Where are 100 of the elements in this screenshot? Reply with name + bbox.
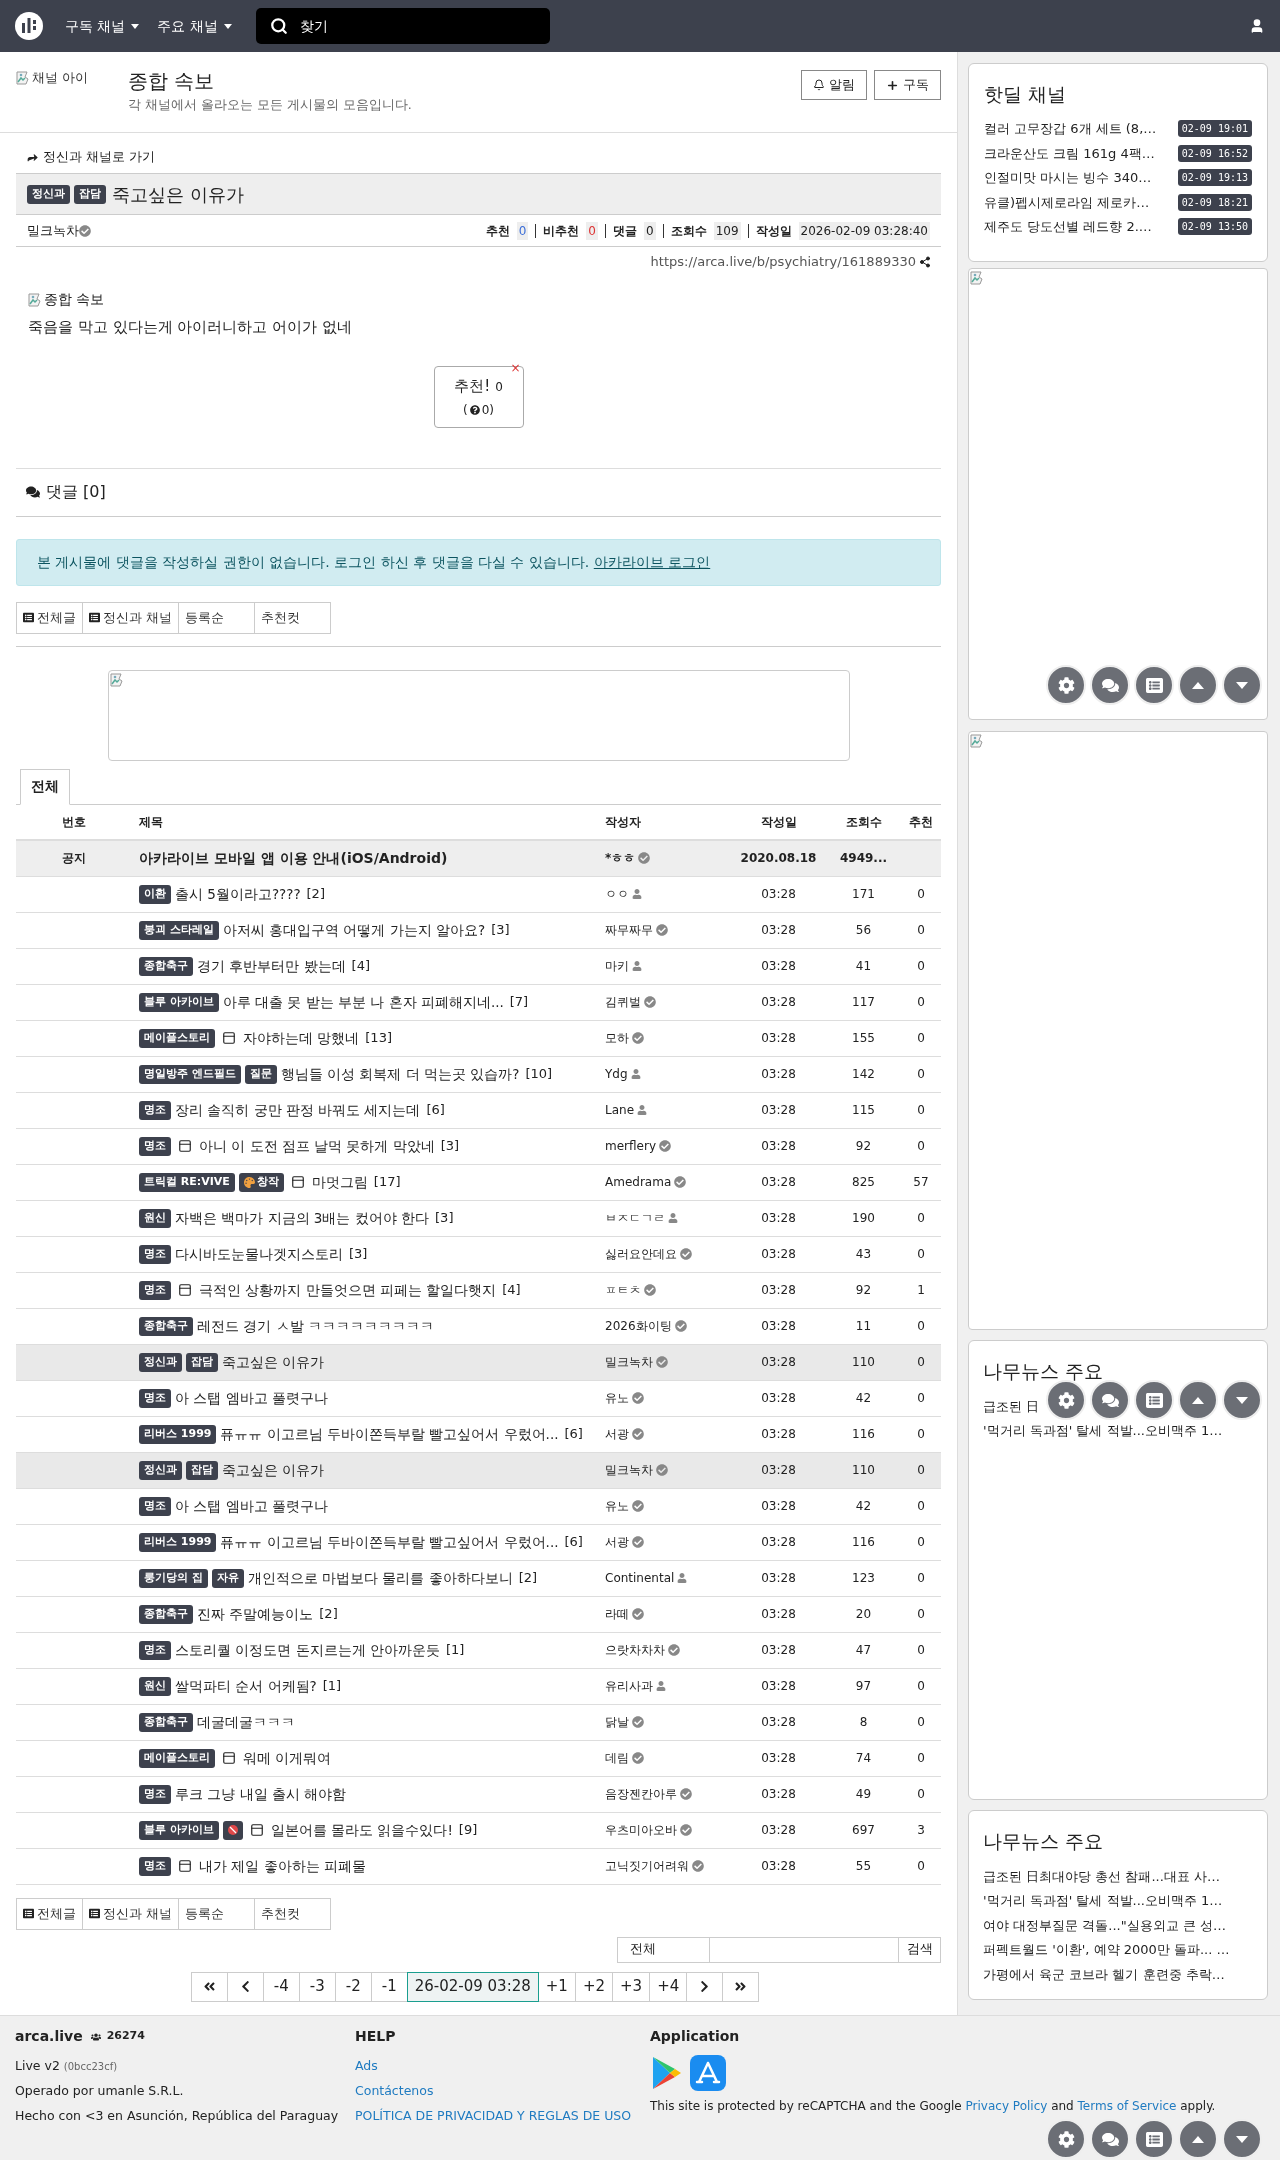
category-tag: 종합축구 [139, 956, 193, 976]
post-title[interactable]: 죽고싶은 이유가 [222, 1351, 325, 1373]
page-button[interactable]: -4 [262, 1971, 300, 2002]
nav-menu[interactable]: 주요 채널 [157, 15, 232, 37]
post-row[interactable]: 정신과 잡담 죽고싶은 이유가 밀크녹차 03:28 110 0 [16, 1452, 941, 1489]
share-icon[interactable] [919, 256, 931, 268]
view-count: 92 [854, 1282, 873, 1299]
post-row[interactable]: 공지 아카라이브 모바일 앱 이용 안내(iOS/Android) *ㅎㅎ 2020.08.18 4949... [16, 840, 941, 877]
page-button[interactable]: +4 [649, 1971, 688, 2002]
comment-count: [1] [322, 1677, 342, 1696]
channel-button[interactable]: 알림 [801, 70, 867, 100]
post-title[interactable]: 퓨ㅠㅠ 이고르님 두바이쫀득부랄 빨고싶어서 우렀어... [220, 1423, 559, 1445]
logo-icon[interactable] [15, 12, 43, 40]
news-item[interactable]: 급조된 日최대야당 총선 참패...대표 사… [983, 1868, 1220, 1885]
vote-count: 0 [916, 1318, 926, 1335]
post-title[interactable]: 아 스탭 엠바고 풀렷구나 [175, 1495, 328, 1517]
hotdeal-item[interactable]: 유클)펩시제로라임 제로카… [984, 192, 1150, 212]
news-item[interactable]: '먹거리 독과점' 탈세 적발...오비맥주 1… [983, 1893, 1223, 1909]
news-item[interactable]: 급조된 日 [983, 1398, 1040, 1415]
page-button[interactable]: +3 [612, 1971, 651, 2002]
news-title: 나무뉴스 주요 [983, 1829, 1105, 1854]
page-button[interactable]: 26-02-09 03:28 [406, 1971, 539, 2002]
channel-back-link[interactable]: 정신과 채널로 가기 [26, 147, 941, 167]
search-button[interactable]: 검색 [898, 1936, 941, 1963]
filter-button[interactable]: 전체글 [16, 601, 83, 634]
post-title[interactable]: 일본어를 몰라도 읽을수있다! [270, 1819, 453, 1841]
privacy-policy-link[interactable]: Privacy Policy [965, 2099, 1048, 2113]
post-title[interactable]: 아 스탭 엠바고 풀렷구나 [175, 1387, 328, 1409]
filter-button[interactable]: 추천컷 [254, 1897, 332, 1930]
board-search-field[interactable] [709, 1936, 899, 1963]
list-icon [1145, 1391, 1163, 1409]
page-button[interactable] [722, 1971, 760, 2002]
vote-count: 0 [916, 1246, 926, 1263]
post-title[interactable]: 쌀먹파티 순서 어케됨? [175, 1675, 317, 1697]
board-tab[interactable]: 전체 [20, 768, 70, 805]
post-title[interactable]: 아니 이 도전 점프 날먹 못하게 막았네 [199, 1135, 435, 1157]
app-store-icon[interactable] [690, 2055, 726, 2091]
news-item[interactable]: '먹거리 독과점' 탈세 적발...오비맥주 1… [983, 1423, 1223, 1439]
page-button[interactable] [190, 1971, 228, 2002]
permission-alert: 본 게시물에 댓글을 작성하실 권한이 없습니다. 로그인 하신 후 댓글을 다실 수 있습니다. 아카라이브 로그인 [16, 538, 941, 586]
page-button[interactable]: +2 [574, 1971, 614, 2002]
channel-button[interactable]: 구독 [874, 70, 941, 100]
filter-button[interactable]: 전체글 [16, 1897, 83, 1930]
page-button[interactable]: +1 [537, 1971, 576, 2002]
post-title[interactable]: 스토리퀄 이정도면 돈지르는게 안아까운듯 [175, 1639, 440, 1661]
post-title[interactable]: 죽고싶은 이유가 [222, 1459, 325, 1481]
post-title[interactable]: 행님들 이성 회복제 더 먹는곳 있습까? [280, 1063, 520, 1085]
view-count: 825 [851, 1174, 876, 1191]
post-author: 싫러요안데요 [605, 1246, 677, 1263]
post-title[interactable]: 루크 그냥 내일 출시 해야함 [175, 1783, 347, 1805]
help-link[interactable]: POLÍTICA DE PRIVACIDAD Y REGLAS DE USO [355, 2106, 650, 2126]
filter-button[interactable]: 정신과 채널 [82, 601, 180, 634]
post-title[interactable]: 마멋그림 [311, 1171, 368, 1193]
post-title[interactable]: 장리 솔직히 궁만 판정 바꿔도 세지는데 [175, 1099, 421, 1121]
page-button[interactable]: -1 [370, 1971, 408, 2002]
news-item[interactable]: 여야 대정부질문 격돌..."실용외교 큰 성… [983, 1917, 1226, 1934]
page-button[interactable] [686, 1971, 724, 2002]
post-title[interactable]: 아카라이브 모바일 앱 이용 안내(iOS/Android) [139, 847, 448, 869]
post-title[interactable]: 워메 이게뭐여 [243, 1747, 332, 1769]
search-scope-select[interactable]: 전체 [617, 1936, 710, 1963]
view-count: 115 [851, 1102, 876, 1119]
hotdeal-item[interactable]: 컬러 고무장갑 6개 세트 (8,… [984, 119, 1157, 139]
hotdeal-item[interactable]: 인절미맛 마시는 빙수 340… [984, 168, 1152, 188]
help-link[interactable]: Contáctenos [355, 2081, 650, 2101]
post-title[interactable]: 자야하는데 망했네 [243, 1027, 360, 1049]
filter-button[interactable]: 등록순 [178, 1897, 256, 1930]
nav-menu[interactable]: 구독 채널 [65, 15, 140, 37]
terms-link[interactable]: Terms of Service [1077, 2099, 1177, 2113]
post-title[interactable]: 개인적으로 마법보다 물리를 좋아하다보니 [247, 1567, 513, 1589]
post-date: 03:28 [760, 1102, 797, 1119]
news-item[interactable]: 퍼펙트월드 '이환', 예약 2000만 돌파... … [983, 1942, 1230, 1958]
post-title[interactable]: 아저씨 홍대입구역 어떻게 가는지 알아요? [222, 919, 486, 941]
post-title[interactable]: 극적인 상황까지 만들엇으면 피페는 할일다햇지 [199, 1279, 497, 1301]
hotdeal-item[interactable]: 제주도 당도선별 레드향 2.… [984, 217, 1152, 237]
help-link[interactable]: Ads [355, 2057, 650, 2076]
filter-button[interactable]: 등록순 [178, 601, 256, 634]
post-title[interactable]: 아루 대출 못 받는 부분 나 혼자 피폐해지네... [222, 991, 504, 1013]
hotdeal-item[interactable]: 크라운산도 크림 161g 4팩… [984, 143, 1155, 163]
post-title[interactable]: 내가 제일 좋아하는 피폐물 [199, 1855, 366, 1877]
post-title[interactable]: 레전드 경기 ㅅ발 ㅋㅋㅋㅋㅋㅋㅋㅋㅋ [197, 1315, 434, 1337]
page-button[interactable]: -3 [298, 1971, 336, 2002]
page-button[interactable]: -2 [334, 1971, 372, 2002]
news-item[interactable]: 가평에서 육군 코브라 헬기 훈련중 추락… [983, 1966, 1225, 1983]
upvote-button[interactable]: 추천! 0 ( 0) × [433, 365, 524, 428]
post-title[interactable]: 경기 후반부터만 봤는데 [197, 955, 346, 977]
post-title[interactable]: 출시 5월이라고???? [175, 883, 301, 905]
view-count: 116 [851, 1426, 876, 1443]
filter-button[interactable]: 정신과 채널 [82, 1897, 180, 1930]
search-field[interactable]: 찾기 [255, 8, 550, 44]
post-title[interactable]: 자백은 백마가 지금의 3배는 컸어야 한다 [175, 1207, 430, 1229]
login-link[interactable]: 아카라이브 로그인 [593, 553, 711, 570]
user-icon[interactable] [1249, 18, 1265, 34]
post-row[interactable]: 정신과 잡담 죽고싶은 이유가 밀크녹차 03:28 110 0 [16, 1344, 941, 1381]
post-title[interactable]: 진짜 주말예능이노 [197, 1603, 314, 1625]
post-title[interactable]: 퓨ㅠㅠ 이고르님 두바이쫀득부랄 빨고싶어서 우렀어... [220, 1531, 559, 1553]
post-title[interactable]: 데굴데굴ㅋㅋㅋ [197, 1711, 295, 1733]
post-title[interactable]: 다시바도눈물나겟지스토리 [175, 1243, 343, 1265]
filter-button[interactable]: 추천컷 [254, 601, 332, 634]
page-button[interactable] [226, 1971, 264, 2002]
category-tag: 블루 아카이브 [139, 992, 219, 1012]
